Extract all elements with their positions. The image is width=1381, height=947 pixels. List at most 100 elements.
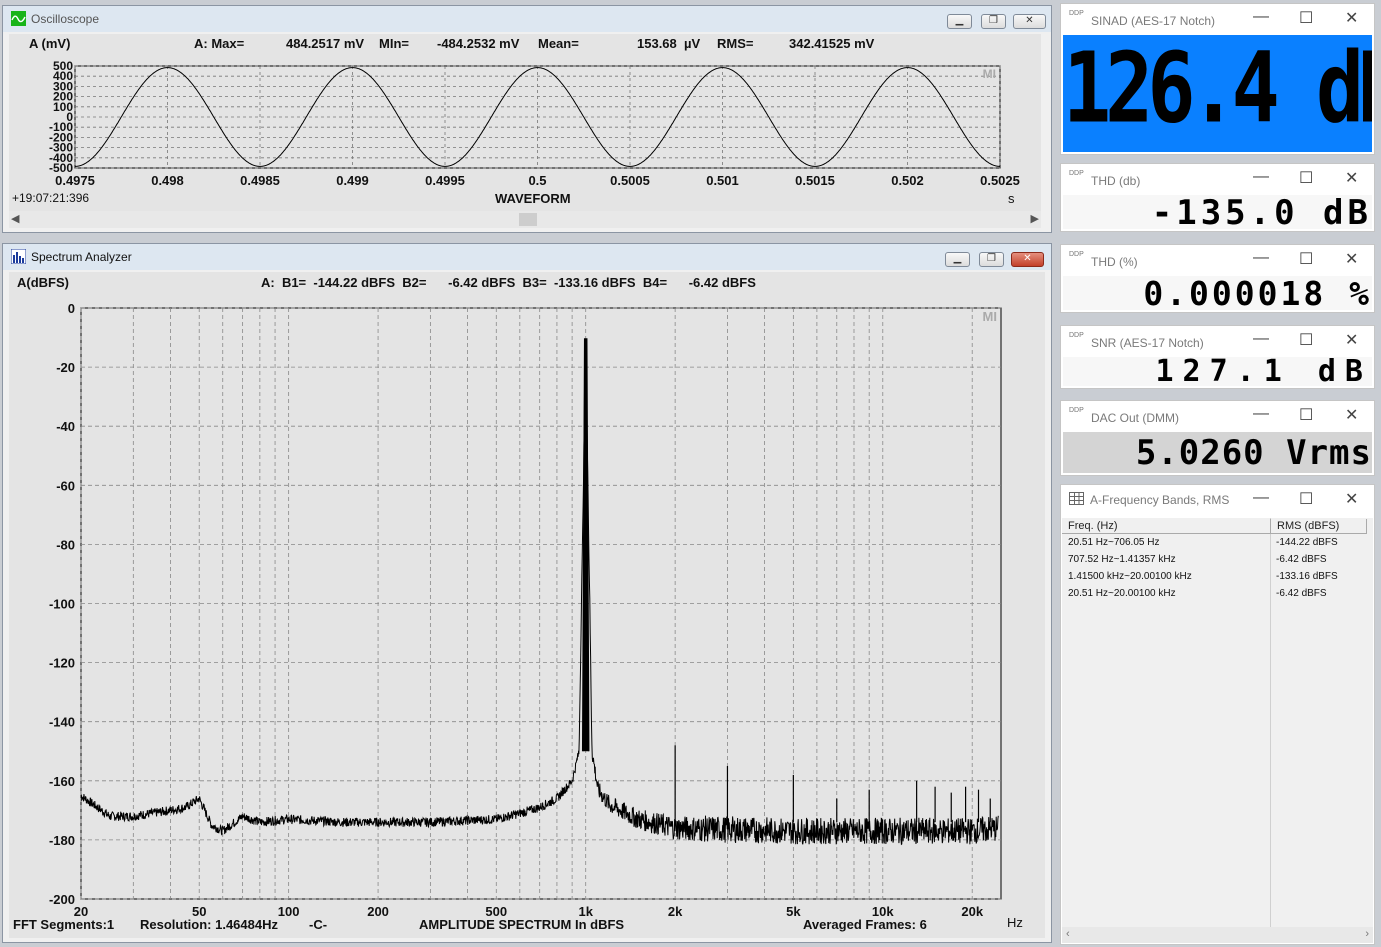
close-button[interactable]: ✕ — [1345, 249, 1358, 269]
scroll-left-arrow-icon[interactable]: ‹ — [1066, 928, 1070, 940]
x-tick-label: 0.4985 — [240, 173, 280, 188]
meter-value: 0.000018 % — [1143, 276, 1372, 310]
x-tick-label: 0.5005 — [610, 173, 650, 188]
table-cell[interactable]: -6.42 dBFS — [1270, 551, 1327, 568]
oscilloscope-window: Oscilloscope ▁ ❐ ✕ A (mV) A: Max= 484.25… — [2, 5, 1052, 233]
meter-value: 127.1 dB — [1155, 356, 1372, 386]
table-cell[interactable]: 707.52 Hz~1.41357 kHz — [1062, 551, 1176, 568]
table-cell[interactable]: 20.51 Hz~706.05 Hz — [1062, 534, 1159, 551]
x-tick-label: 20k — [961, 904, 983, 919]
minimize-button[interactable]: — — [1253, 405, 1269, 423]
minimize-button[interactable]: ▁ — [947, 14, 972, 29]
meter-title: THD (%) — [1091, 255, 1138, 269]
ddp-icon: DDP — [1069, 251, 1084, 258]
watermark-logo: MI — [983, 67, 996, 81]
minimize-button[interactable]: — — [1253, 330, 1269, 348]
y-tick-label: -20 — [56, 360, 75, 375]
spectrum-analyzer-window: Spectrum Analyzer ▁ ❐ ✕ A(dBFS) A: B1= -… — [2, 243, 1052, 943]
x-tick-label: 0.501 — [706, 173, 739, 188]
scroll-right-arrow-icon[interactable]: ▶ — [1031, 212, 1039, 225]
oscilloscope-title: Oscilloscope — [31, 12, 100, 26]
table-cell[interactable]: 20.51 Hz~20.00100 kHz — [1062, 585, 1176, 602]
minimize-button[interactable]: — — [1253, 8, 1269, 26]
spectrum-chart[interactable]: 20 50 100 200 500 1k 2k 5k 10k 20k0-20-40-60-80-1… — [9, 272, 1045, 938]
meter-titlebar[interactable]: DDP DAC Out (DMM) — ☐ ✕ — [1061, 401, 1374, 431]
spec-footer-label: AMPLITUDE SPECTRUM In dBFS — [419, 917, 625, 932]
spectrum-analyzer-icon — [11, 249, 26, 264]
spectrum-title: Spectrum Analyzer — [31, 250, 132, 264]
table-cell[interactable]: -6.42 dBFS — [1270, 585, 1327, 602]
meter-value: -135.0 dB — [1151, 195, 1372, 229]
osc-scroll-thumb[interactable] — [519, 213, 537, 226]
x-tick-label: 0.502 — [891, 173, 924, 188]
scroll-right-arrow-icon[interactable]: › — [1365, 928, 1369, 940]
x-tick-label: 0.499 — [336, 173, 369, 188]
x-tick-label: 0.4995 — [425, 173, 465, 188]
meter-titlebar[interactable]: DDP THD (%) — ☐ ✕ — [1061, 245, 1374, 275]
x-tick-label: 0.4975 — [55, 173, 95, 188]
y-tick-label: -200 — [49, 892, 75, 907]
meter-title: DAC Out (DMM) — [1091, 411, 1179, 425]
minimize-button[interactable]: ▁ — [945, 252, 970, 267]
maximize-button[interactable]: ☐ — [1299, 330, 1313, 350]
table-cell[interactable]: -133.16 dBFS — [1270, 568, 1338, 585]
x-tick-label: 0.5025 — [980, 173, 1020, 188]
y-tick-label: -100 — [49, 597, 75, 612]
oscilloscope-chart[interactable]: 0.4975 0.498 0.4985 0.499 0.4995 0.5 0.5005 0.5… — [9, 34, 1041, 212]
spec-x-unit: Hz — [1007, 915, 1023, 930]
close-button[interactable]: ✕ — [1013, 14, 1046, 29]
meter-titlebar[interactable]: DDP SNR (AES-17 Notch) — ☐ ✕ — [1061, 326, 1374, 356]
close-button[interactable]: ✕ — [1345, 405, 1358, 425]
bands-title: A-Frequency Bands, RMS — [1090, 493, 1230, 507]
spectrum-titlebar[interactable]: Spectrum Analyzer ▁ ❐ ✕ — [3, 244, 1051, 270]
y-tick-label: -140 — [49, 715, 75, 730]
bands-titlebar[interactable]: A-Frequency Bands, RMS — ☐ ✕ — [1061, 485, 1374, 515]
ddp-icon: DDP — [1069, 10, 1084, 17]
maximize-button[interactable]: ☐ — [1299, 8, 1313, 28]
table-cell[interactable]: 1.41500 kHz~20.00100 kHz — [1062, 568, 1192, 585]
close-button[interactable]: ✕ — [1345, 8, 1358, 28]
table-icon — [1069, 492, 1084, 505]
maximize-button[interactable]: ☐ — [1299, 405, 1313, 425]
scroll-left-arrow-icon[interactable]: ◀ — [11, 212, 19, 225]
spectrum-plot-area: A(dBFS) A: B1= -144.22 dBFS B2= -6.42 dB… — [9, 272, 1045, 938]
osc-timestamp: +19:07:21:396 — [12, 191, 90, 205]
close-button[interactable]: ✕ — [1345, 330, 1358, 350]
fft-resolution: Resolution: 1.46484Hz — [140, 917, 278, 932]
osc-horizontal-scrollbar[interactable]: ◀ ▶ — [9, 211, 1041, 228]
close-button[interactable]: ✕ — [1345, 489, 1358, 509]
close-button[interactable]: ✕ — [1345, 168, 1358, 188]
close-button[interactable]: ✕ — [1011, 252, 1044, 267]
ddp-icon: DDP — [1069, 332, 1084, 339]
ddp-icon: DDP — [1069, 407, 1084, 414]
maximize-button[interactable]: ❐ — [981, 14, 1006, 29]
spec-plot-frame — [80, 307, 1002, 900]
column-header-rms[interactable]: RMS (dBFS) — [1271, 519, 1367, 534]
maximize-button[interactable]: ❐ — [979, 252, 1004, 267]
meter-value: 5.0260 Vrms — [1135, 433, 1372, 473]
meter-title: THD (db) — [1091, 174, 1141, 188]
y-tick-label: -500 — [49, 161, 73, 175]
meter-titlebar[interactable]: DDP THD (db) — ☐ ✕ — [1061, 164, 1374, 194]
minimize-button[interactable]: — — [1253, 249, 1269, 267]
maximize-button[interactable]: ☐ — [1299, 249, 1313, 269]
meter-thd-db: DDP THD (db) — ☐ ✕ -135.0 dB — [1060, 163, 1375, 232]
column-header-freq[interactable]: Freq. (Hz) — [1062, 519, 1271, 534]
y-tick-label: -180 — [49, 833, 75, 848]
meter-thd-percent: DDP THD (%) — ☐ ✕ 0.000018 % — [1060, 244, 1375, 313]
y-tick-label: 0 — [68, 301, 75, 316]
bands-horizontal-scrollbar[interactable]: ‹ › — [1062, 927, 1373, 943]
maximize-button[interactable]: ☐ — [1299, 168, 1313, 188]
maximize-button[interactable]: ☐ — [1299, 489, 1313, 509]
y-tick-label: -160 — [49, 774, 75, 789]
y-tick-label: -120 — [49, 656, 75, 671]
x-tick-label: 2k — [668, 904, 683, 919]
oscilloscope-titlebar[interactable]: Oscilloscope ▁ ❐ ✕ — [3, 6, 1051, 32]
y-tick-label: -80 — [56, 537, 75, 552]
table-cell[interactable]: -144.22 dBFS — [1270, 534, 1338, 551]
minimize-button[interactable]: — — [1253, 168, 1269, 186]
x-tick-label: 100 — [278, 904, 300, 919]
osc-x-unit: s — [1008, 191, 1015, 206]
minimize-button[interactable]: — — [1253, 489, 1269, 507]
ddp-icon: DDP — [1069, 170, 1084, 177]
